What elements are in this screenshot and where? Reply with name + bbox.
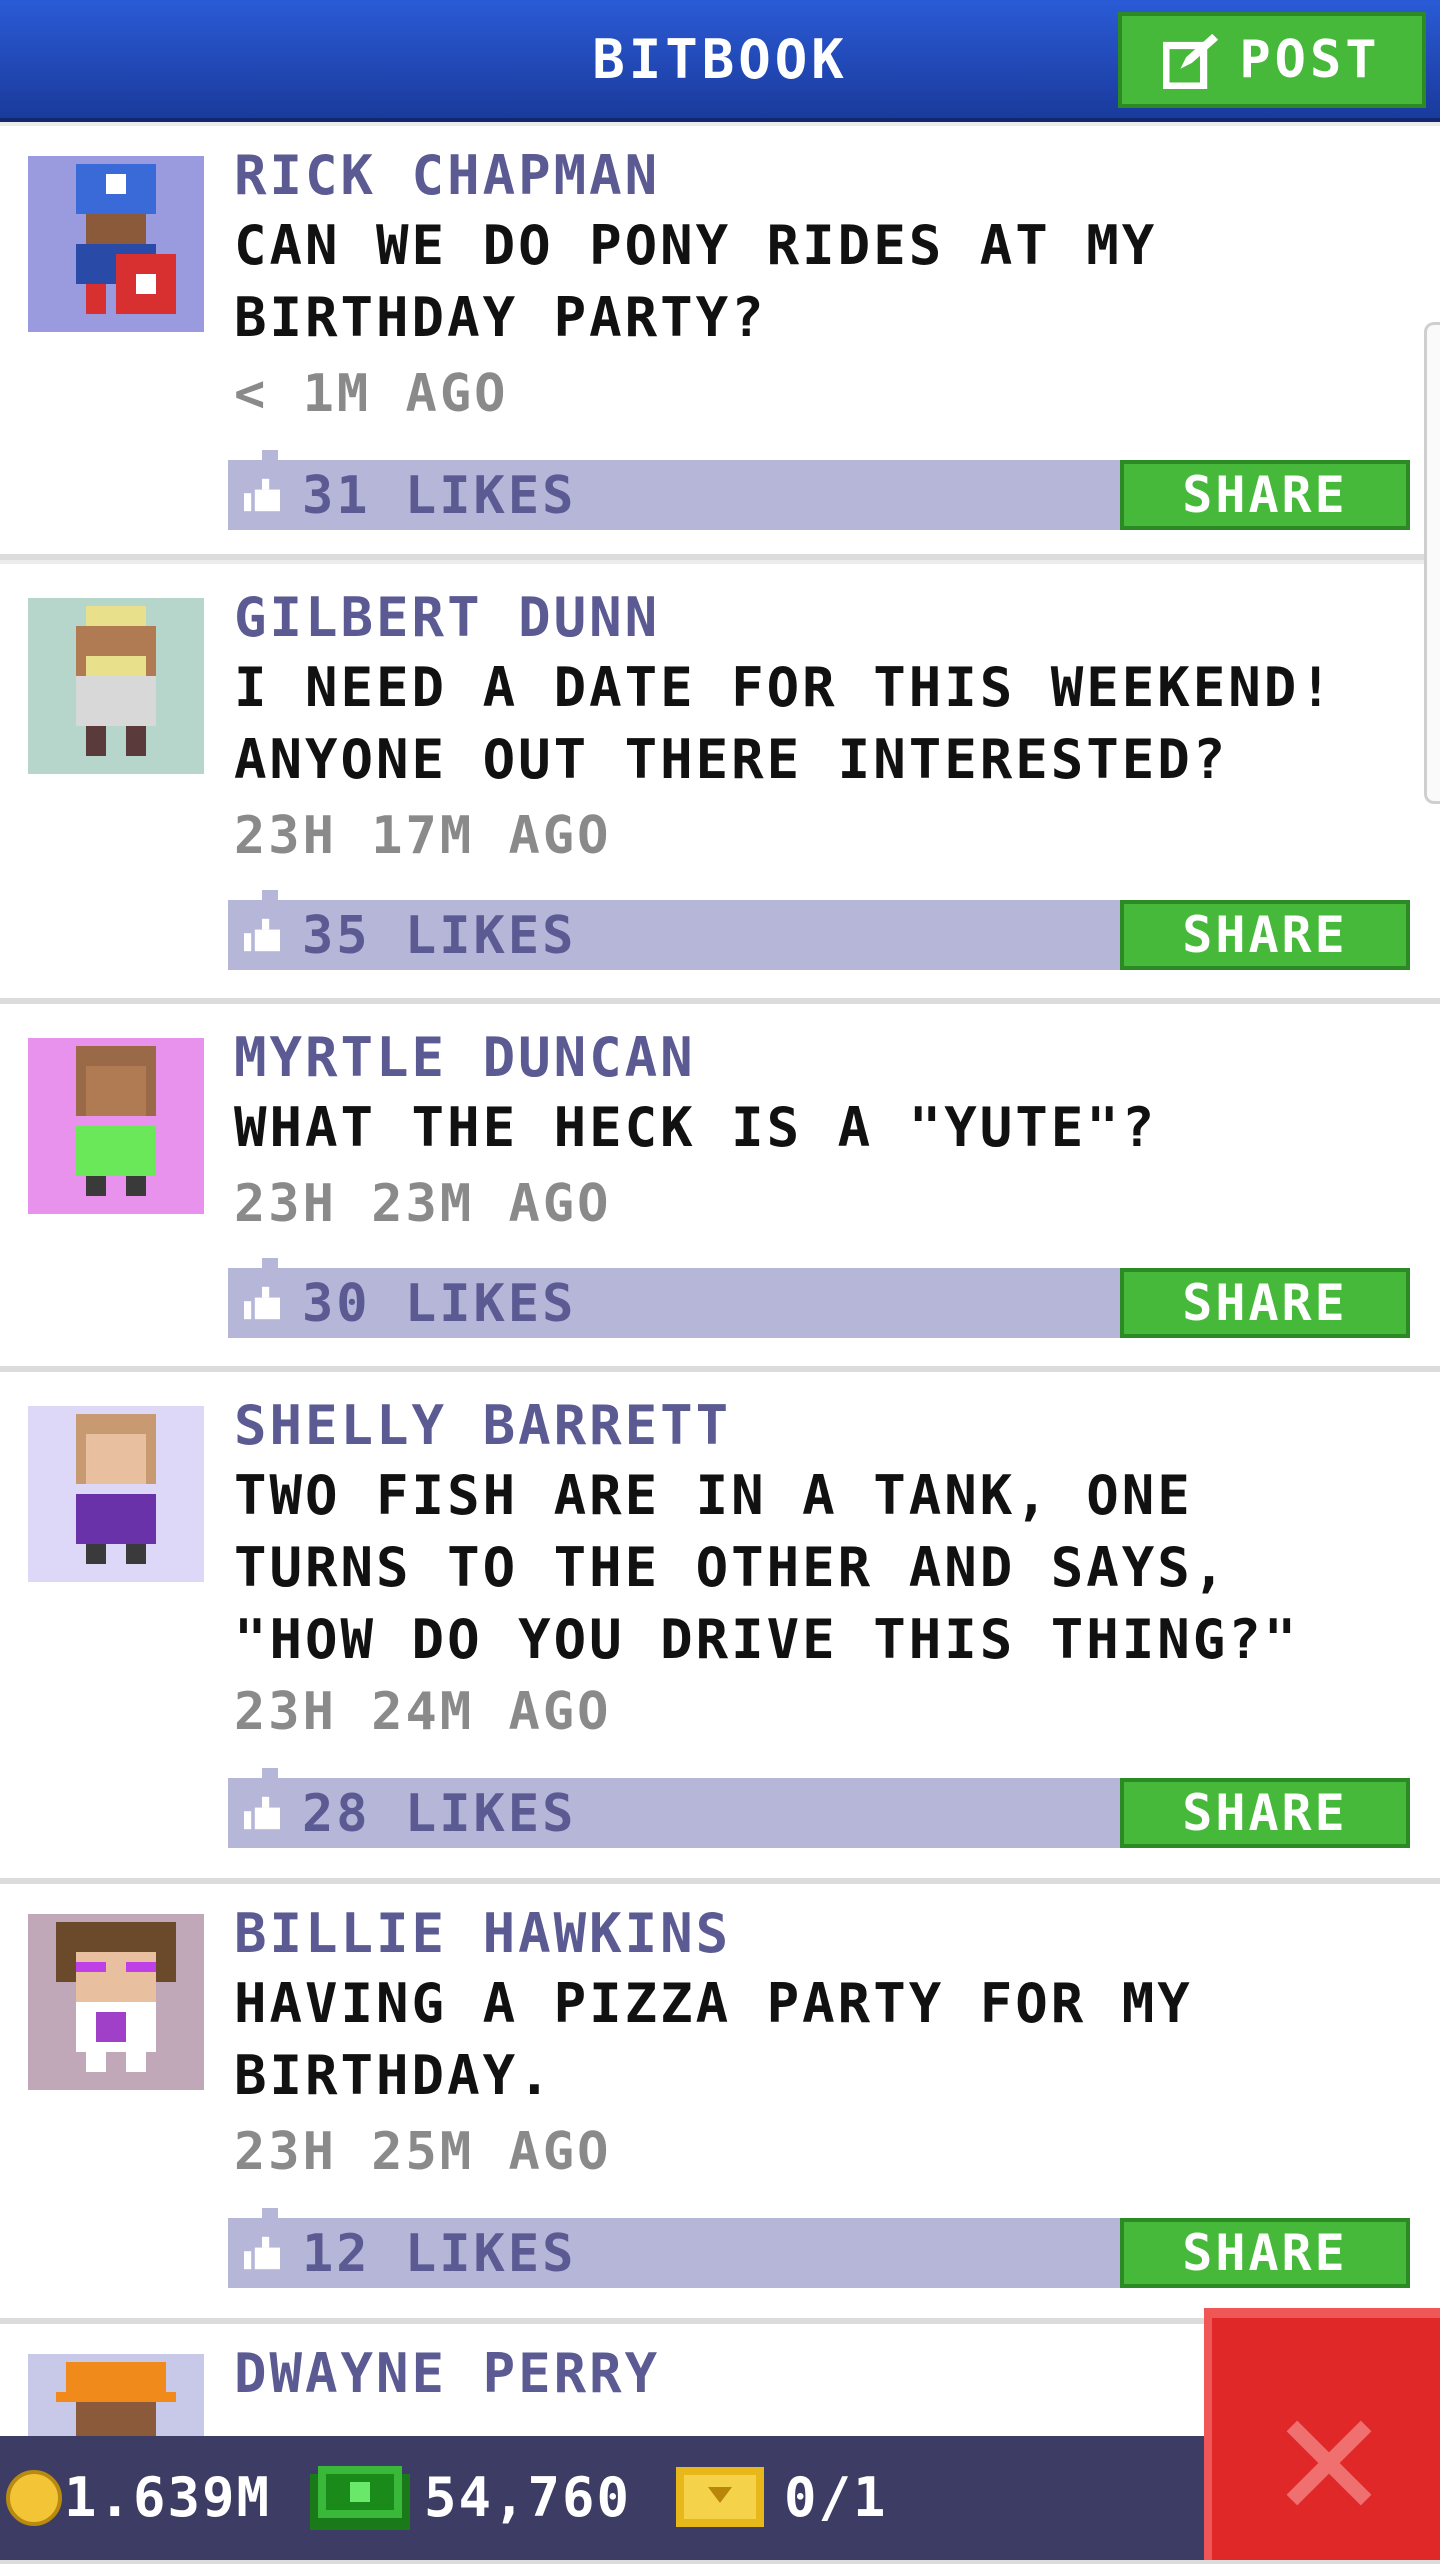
avatar-image (56, 1922, 176, 2072)
bitbux-icon (310, 2466, 410, 2530)
post-author[interactable]: BILLIE HAWKINS (234, 1902, 731, 1965)
post-text: CAN WE DO PONY RIDES AT MY BIRTHDAY PART… (234, 214, 1158, 349)
close-button[interactable] (1204, 2308, 1440, 2560)
post-time: 23H 17M AGO (234, 806, 612, 866)
post-text: WHAT THE HECK IS A "YUTE"? (234, 1096, 1158, 1159)
avatar[interactable] (28, 1038, 204, 1214)
app-header: BITBOOK POST (0, 0, 1440, 122)
share-button[interactable]: SHARE (1120, 2218, 1410, 2288)
like-bar-notch (262, 2208, 278, 2218)
ticket-icon (676, 2467, 764, 2527)
thumbs-up-icon (244, 1286, 280, 1320)
thumbs-up-icon (244, 1796, 280, 1830)
like-count: 12 LIKES (302, 2224, 577, 2284)
like-bar[interactable]: 30 LIKES SHARE (228, 1258, 1410, 1338)
avatar[interactable] (28, 1406, 204, 1582)
share-button[interactable]: SHARE (1120, 900, 1410, 970)
avatar-image (76, 606, 156, 756)
avatar[interactable] (28, 1914, 204, 2090)
like-count: 30 LIKES (302, 1274, 577, 1334)
coin-count: 1.639M (64, 2466, 272, 2529)
post-author[interactable]: SHELLY BARRETT (234, 1394, 731, 1457)
post-time: 23H 24M AGO (234, 1682, 612, 1742)
avatar-image (76, 1414, 156, 1564)
like-count: 31 LIKES (302, 466, 577, 526)
post-text: TWO FISH ARE IN A TANK, ONE TURNS TO THE… (234, 1464, 1300, 1671)
feed-post: SHELLY BARRETT TWO FISH ARE IN A TANK, O… (0, 1372, 1440, 1884)
thumbs-up-icon (244, 918, 280, 952)
post-author[interactable]: RICK CHAPMAN (234, 144, 660, 207)
feed-post: BILLIE HAWKINS HAVING A PIZZA PARTY FOR … (0, 1884, 1440, 2324)
like-bar-notch (262, 1768, 278, 1778)
ticket-count: 0/1 (784, 2466, 888, 2529)
like-bar[interactable]: 28 LIKES SHARE (228, 1768, 1410, 1848)
post-text: I NEED A DATE FOR THIS WEEKEND! ANYONE O… (234, 656, 1335, 791)
feed-post: MYRTLE DUNCAN WHAT THE HECK IS A "YUTE"?… (0, 1004, 1440, 1372)
post-button-label: POST (1239, 30, 1381, 90)
like-bar-notch (262, 890, 278, 900)
thumbs-up-icon (244, 2236, 280, 2270)
like-bar[interactable]: 12 LIKES SHARE (228, 2208, 1410, 2288)
compose-icon (1163, 33, 1219, 89)
avatar[interactable] (28, 156, 204, 332)
avatar[interactable] (28, 598, 204, 774)
like-bar-notch (262, 1258, 278, 1268)
share-button[interactable]: SHARE (1120, 1268, 1410, 1338)
bux-count: 54,760 (424, 2466, 632, 2529)
post-button[interactable]: POST (1118, 12, 1426, 108)
post-author[interactable]: DWAYNE PERRY (234, 2342, 660, 2405)
feed-post: GILBERT DUNN I NEED A DATE FOR THIS WEEK… (0, 564, 1440, 1004)
post-author[interactable]: MYRTLE DUNCAN (234, 1026, 696, 1089)
like-bar-notch (262, 450, 278, 460)
post-time: 23H 25M AGO (234, 2122, 612, 2182)
thumbs-up-icon (244, 478, 280, 512)
share-button[interactable]: SHARE (1120, 460, 1410, 530)
like-count: 35 LIKES (302, 906, 577, 966)
close-icon (1286, 2420, 1372, 2506)
like-count: 28 LIKES (302, 1784, 577, 1844)
scroll-indicator[interactable] (1424, 322, 1440, 804)
feed-post: RICK CHAPMAN CAN WE DO PONY RIDES AT MY … (0, 126, 1440, 560)
post-author[interactable]: GILBERT DUNN (234, 586, 660, 649)
like-bar[interactable]: 31 LIKES SHARE (228, 450, 1410, 530)
coin-icon (6, 2470, 62, 2526)
post-text: HAVING A PIZZA PARTY FOR MY BIRTHDAY. (234, 1972, 1193, 2107)
like-bar[interactable]: 35 LIKES SHARE (228, 890, 1410, 970)
post-time: < 1M AGO (234, 364, 509, 424)
post-time: 23H 23M AGO (234, 1174, 612, 1234)
share-button[interactable]: SHARE (1120, 1778, 1410, 1848)
avatar-image (76, 164, 176, 314)
avatar-image (76, 1046, 156, 1196)
